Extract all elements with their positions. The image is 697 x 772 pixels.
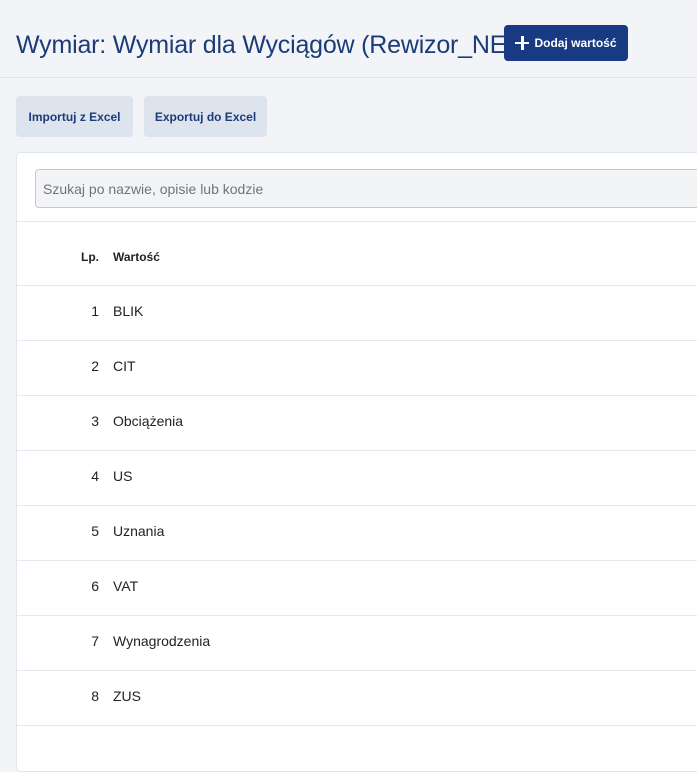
row-lp: 2 bbox=[91, 358, 99, 374]
table-row[interactable]: 6 VAT bbox=[17, 560, 697, 616]
row-value: CIT bbox=[113, 358, 136, 374]
table-row[interactable]: 5 Uznania bbox=[17, 505, 697, 561]
table-row[interactable]: 7 Wynagrodzenia bbox=[17, 615, 697, 671]
table-row[interactable]: 8 ZUS bbox=[17, 670, 697, 726]
row-value: Wynagrodzenia bbox=[113, 633, 211, 649]
column-header-value: Wartość bbox=[113, 250, 160, 264]
values-panel: Lp. Wartość 1 BLIK 2 CIT 3 Obciążenia 4 … bbox=[16, 152, 697, 772]
row-value: BLIK bbox=[113, 303, 144, 319]
row-value: US bbox=[113, 468, 133, 484]
row-lp: 1 bbox=[91, 303, 99, 319]
row-lp: 3 bbox=[91, 413, 99, 429]
export-excel-button[interactable]: Exportuj do Excel bbox=[144, 96, 267, 137]
import-excel-button[interactable]: Importuj z Excel bbox=[16, 96, 133, 137]
table-header: Lp. Wartość bbox=[17, 221, 697, 286]
add-value-button[interactable]: Dodaj wartość bbox=[504, 25, 628, 61]
search-input[interactable] bbox=[35, 169, 697, 208]
row-lp: 5 bbox=[91, 523, 99, 539]
row-lp: 7 bbox=[91, 633, 99, 649]
table-row[interactable]: 2 CIT bbox=[17, 340, 697, 396]
row-lp: 6 bbox=[91, 578, 99, 594]
table-row[interactable]: 4 US bbox=[17, 450, 697, 506]
row-value: Uznania bbox=[113, 523, 165, 539]
row-value: ZUS bbox=[113, 688, 141, 704]
row-value: VAT bbox=[113, 578, 139, 594]
search-bar bbox=[17, 153, 697, 222]
row-lp: 4 bbox=[91, 468, 99, 484]
column-header-lp: Lp. bbox=[81, 250, 99, 264]
table-row[interactable]: 3 Obciążenia bbox=[17, 395, 697, 451]
row-value: Obciążenia bbox=[113, 413, 184, 429]
row-lp: 8 bbox=[91, 688, 99, 704]
plus-icon bbox=[515, 36, 530, 50]
add-value-label: Dodaj wartość bbox=[534, 36, 617, 50]
page-title: Wymiar: Wymiar dla Wyciągów (Rewizor_NEX… bbox=[16, 31, 551, 59]
table-row[interactable]: 1 BLIK bbox=[17, 285, 697, 341]
page-header: Wymiar: Wymiar dla Wyciągów (Rewizor_NEX… bbox=[0, 0, 697, 78]
